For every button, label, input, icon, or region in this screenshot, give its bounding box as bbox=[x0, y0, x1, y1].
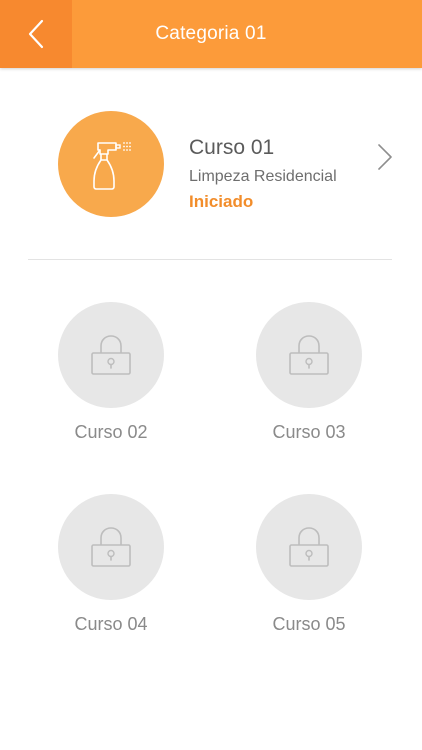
locked-course-circle bbox=[256, 302, 362, 408]
locked-course-circle bbox=[58, 494, 164, 600]
chevron-left-icon bbox=[28, 19, 44, 49]
course-label: Curso 02 bbox=[74, 422, 148, 442]
chevron-right-icon bbox=[378, 144, 392, 170]
lock-icon bbox=[91, 527, 131, 567]
featured-course-title: Curso 01 bbox=[189, 136, 275, 159]
featured-course-status: Iniciado bbox=[189, 192, 254, 211]
spray-bottle-icon bbox=[93, 142, 131, 190]
featured-course-subtitle: Limpeza Residencial bbox=[189, 168, 337, 185]
page-title: Categoria 01 bbox=[155, 23, 267, 44]
lock-icon bbox=[289, 527, 329, 567]
course-label: Curso 04 bbox=[74, 614, 148, 634]
featured-course-row[interactable]: Curso 01 Limpeza Residencial Iniciado bbox=[0, 108, 422, 220]
course-label: Curso 03 bbox=[272, 422, 346, 442]
locked-course-circle bbox=[256, 494, 362, 600]
divider bbox=[28, 259, 392, 260]
course-card-02[interactable]: Curso 02 bbox=[31, 302, 191, 452]
locked-course-circle bbox=[58, 302, 164, 408]
app-header: Categoria 01 bbox=[0, 0, 422, 68]
course-card-03[interactable]: Curso 03 bbox=[229, 302, 389, 452]
course-card-05[interactable]: Curso 05 bbox=[229, 494, 389, 644]
course-card-04[interactable]: Curso 04 bbox=[31, 494, 191, 644]
lock-icon bbox=[289, 335, 329, 375]
featured-course-avatar bbox=[58, 111, 164, 217]
lock-icon bbox=[91, 335, 131, 375]
course-label: Curso 05 bbox=[272, 614, 346, 634]
back-button[interactable] bbox=[0, 0, 72, 68]
